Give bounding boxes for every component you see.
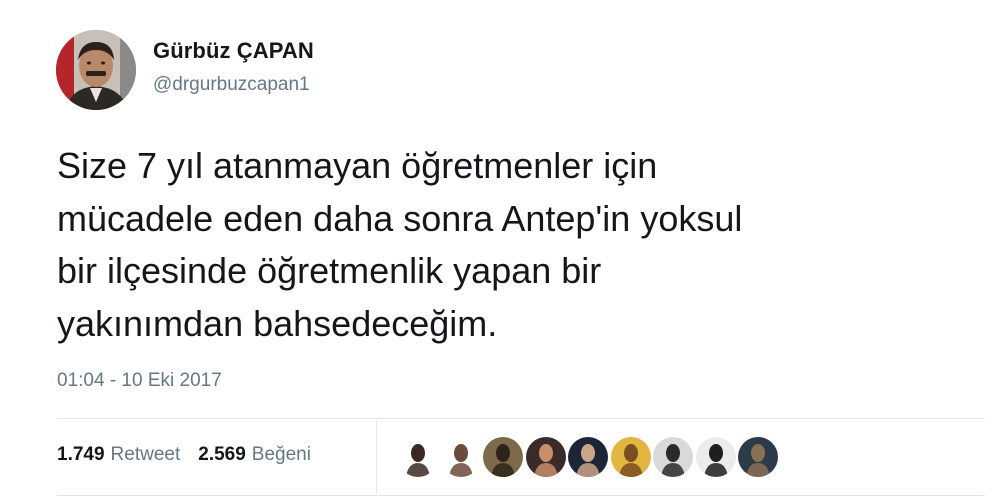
author-photo-icon: [56, 30, 136, 110]
author-name[interactable]: Gürbüz ÇAPAN: [153, 38, 314, 64]
liker-avatar[interactable]: [568, 437, 608, 477]
author-avatar[interactable]: [56, 30, 136, 110]
tweet-card: Gürbüz ÇAPAN @drgurbuzcapan1 Size 7 yıl …: [0, 0, 996, 499]
liker-avatar-icon: [568, 437, 608, 477]
retweet-stat[interactable]: 1.749 Retweet: [57, 444, 180, 466]
tweet-text: Size 7 yıl atanmayan öğretmenler için mü…: [57, 145, 743, 344]
liker-avatar[interactable]: [525, 437, 566, 477]
liker-avatar-icon: [653, 437, 693, 477]
like-stat[interactable]: 2.569 Beğeni: [198, 444, 311, 466]
like-count: 2.569: [198, 444, 246, 465]
liker-avatar-icon: [440, 437, 481, 477]
liker-avatar[interactable]: [653, 437, 693, 477]
liker-avatar[interactable]: [695, 437, 736, 477]
liker-avatar[interactable]: [483, 437, 523, 477]
liker-avatar-icon: [610, 437, 651, 477]
liker-avatar-icon: [525, 437, 566, 477]
divider: [57, 495, 985, 496]
liker-avatar[interactable]: [738, 437, 778, 477]
liker-avatar-icon: [738, 437, 778, 477]
liker-avatars: [398, 437, 781, 477]
liker-avatar[interactable]: [398, 437, 438, 477]
liker-avatar-icon: [483, 437, 523, 477]
author-handle[interactable]: @drgurbuzcapan1: [153, 74, 310, 96]
divider: [57, 418, 985, 419]
liker-avatar[interactable]: [610, 437, 651, 477]
retweet-label: Retweet: [110, 444, 181, 465]
tweet-timestamp[interactable]: 01:04 - 10 Eki 2017: [57, 370, 222, 392]
stats-separator: [376, 420, 377, 494]
tweet-stats: 1.749 Retweet 2.569 Beğeni: [57, 444, 329, 466]
like-label: Beğeni: [251, 444, 311, 465]
liker-avatar[interactable]: [440, 437, 481, 477]
retweet-count: 1.749: [57, 444, 105, 465]
liker-avatar-icon: [695, 437, 736, 477]
liker-avatar-icon: [398, 437, 438, 477]
